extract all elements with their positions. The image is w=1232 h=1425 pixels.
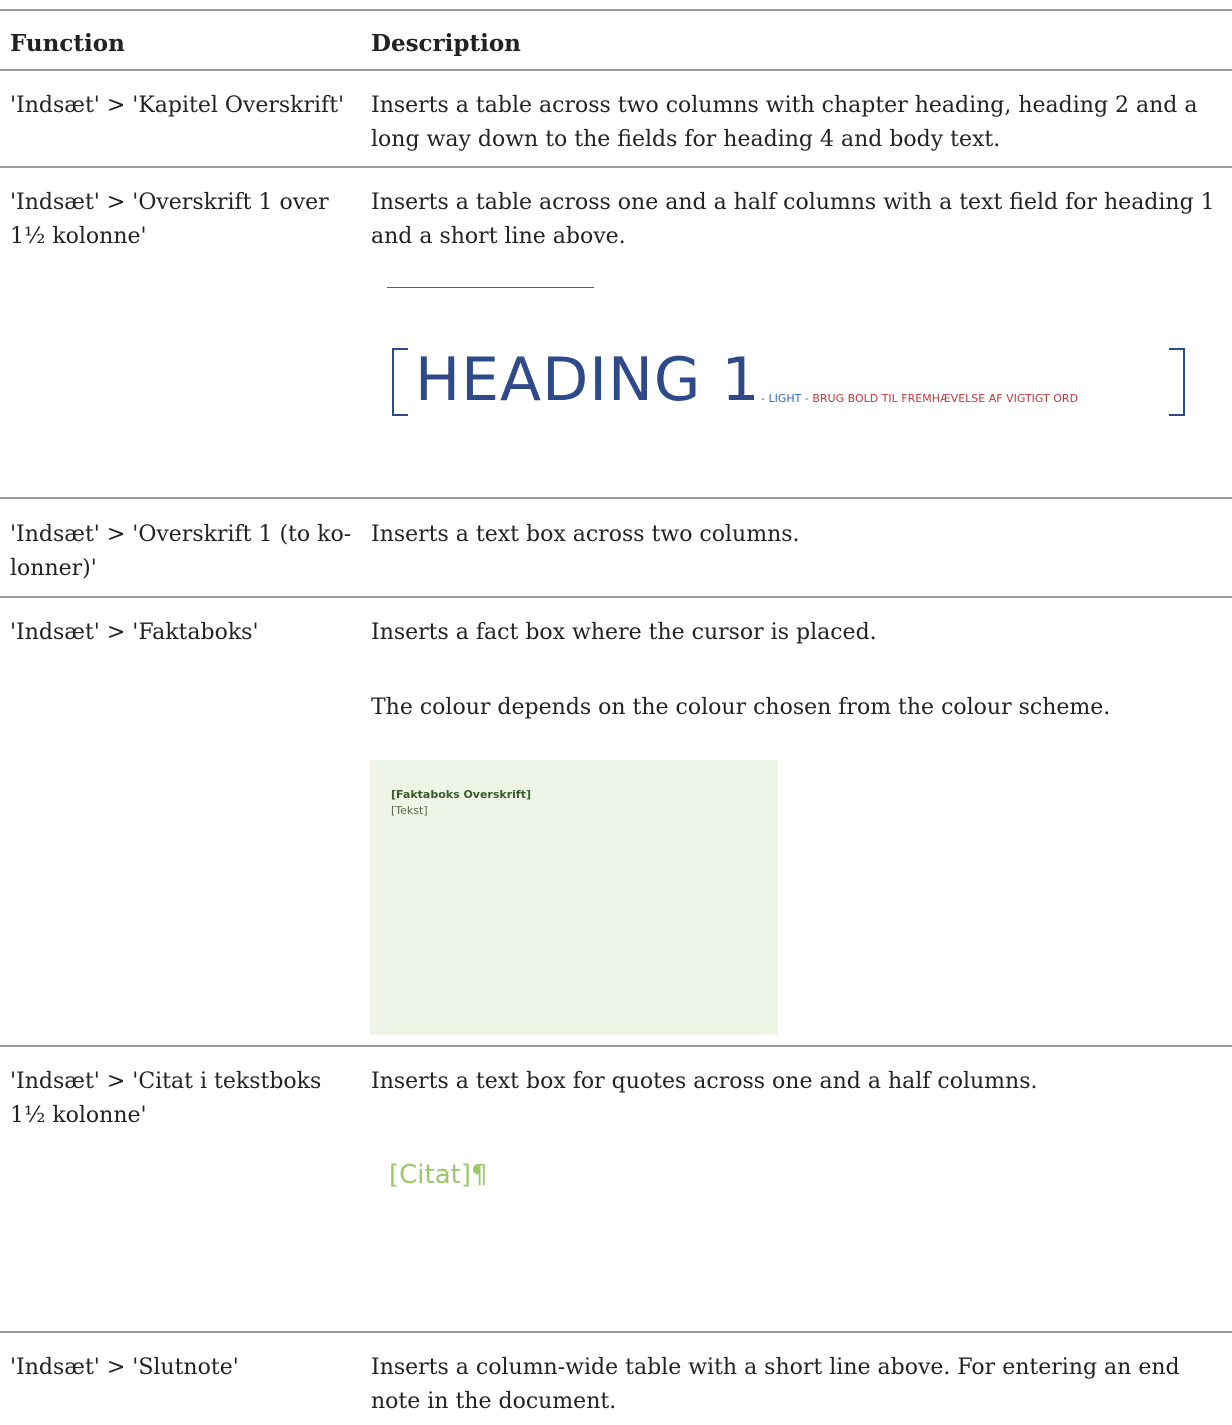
- heading-1-subtext: - LIGHT - BRUG BOLD TIL FREMHÆVELSE AF V…: [761, 392, 1078, 405]
- citat-sample: [Citat]¶: [389, 1160, 488, 1190]
- row-3-description: Inserts a text box across two columns.: [371, 522, 800, 547]
- factbox-title: [Faktaboks Overskrift]: [391, 788, 531, 801]
- factbox-text: [Tekst]: [391, 804, 428, 817]
- row-6-function: 'Indsæt' > 'Slutnote': [10, 1355, 239, 1380]
- header-rule: [0, 69, 1232, 71]
- heading-sub-light: - LIGHT -: [761, 392, 809, 405]
- right-bracket: [1169, 348, 1185, 416]
- row-5-description: Inserts a text box for quotes across one…: [371, 1069, 1038, 1094]
- row-4-function: 'Indsæt' > 'Faktaboks': [10, 620, 259, 645]
- heading-1-sample: HEADING 1 - LIGHT - BRUG BOLD TIL FREMHÆ…: [381, 345, 1201, 416]
- column-header-description: Description: [371, 30, 521, 57]
- row-1-function: 'Indsæt' > 'Kapitel Overskrift': [10, 93, 345, 118]
- heading-sub-bold: BRUG BOLD TIL FREMHÆVELSE AF VIGTIGT ORD: [812, 392, 1079, 405]
- column-header-function: Function: [10, 30, 125, 57]
- short-line-sample: [387, 287, 594, 288]
- row-divider: [0, 1045, 1232, 1047]
- row-4-description-2: The colour depends on the colour chosen …: [371, 695, 1111, 720]
- factbox-sample: [Faktaboks Overskrift] [Tekst]: [370, 760, 778, 1035]
- row-divider: [0, 596, 1232, 598]
- row-divider: [0, 166, 1232, 168]
- row-5-function: 'Indsæt' > 'Citat i tekstboks 1½ kolonne…: [10, 1069, 322, 1128]
- row-2-description: Inserts a table across one and a half co…: [371, 190, 1215, 249]
- row-4-description: Inserts a fact box where the cursor is p…: [371, 620, 877, 645]
- row-3-function: 'Indsæt' > 'Overskrift 1 (to ko-lonner)': [10, 522, 352, 581]
- heading-1-text: HEADING 1: [415, 345, 761, 415]
- row-6-description: Inserts a column-wide table with a short…: [371, 1355, 1180, 1414]
- table-top-rule: [0, 9, 1232, 11]
- row-divider: [0, 497, 1232, 499]
- left-bracket: [392, 348, 408, 416]
- row-1-description: Inserts a table across two columns with …: [371, 93, 1198, 152]
- row-divider: [0, 1331, 1232, 1333]
- row-2-function: 'Indsæt' > 'Overskrift 1 over 1½ kolonne…: [10, 190, 329, 249]
